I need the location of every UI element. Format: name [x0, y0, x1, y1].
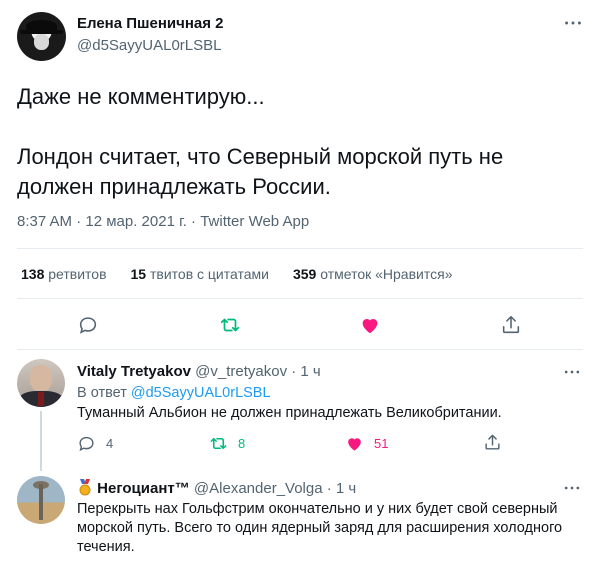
main-tweet: Елена Пшеничная 2 @d5SayyUAL0rLSBL Даже … — [0, 0, 601, 352]
reply-icon — [79, 436, 94, 452]
author-avatar[interactable] — [17, 12, 66, 61]
retweet-icon[interactable] — [219, 314, 241, 336]
retweet-icon — [210, 437, 227, 450]
more-icon[interactable] — [562, 12, 584, 39]
like-count: 51 — [374, 436, 389, 451]
reply-action-share[interactable] — [483, 433, 502, 452]
reply-to-handle[interactable]: @d5SayyUAL0rLSBL — [131, 385, 271, 401]
reply-avatar[interactable] — [17, 476, 65, 524]
share-icon — [485, 434, 500, 450]
reply-header: Негоциант™ @Alexander_Volga · 1 ч — [77, 479, 356, 500]
reply-text: Перекрыть нах Гольфстрим окончательно и … — [77, 501, 563, 555]
reply-handle-time[interactable]: @v_tretyakov · 1 ч — [195, 363, 321, 380]
reply-action-like[interactable]: 51 — [345, 434, 388, 453]
share-icon[interactable] — [500, 314, 522, 336]
reply-header: Vitaly Tretyakov @v_tretyakov · 1 ч — [77, 363, 321, 380]
medal-icon — [77, 479, 93, 500]
likes-stat[interactable]: 359 отметок «Нравится» — [293, 266, 453, 282]
tweet-text-line: Лондон считает, что Северный морской пут… — [17, 144, 504, 169]
thread-line — [40, 411, 42, 471]
tweet-timestamp[interactable]: 8:37 AM · 12 мар. 2021 г. · Twitter Web … — [17, 213, 309, 230]
retweet-count: 8 — [238, 436, 246, 451]
reply-avatar[interactable] — [17, 359, 65, 407]
like-icon[interactable] — [359, 314, 381, 336]
more-icon[interactable] — [562, 478, 582, 502]
reply-author-name[interactable]: Vitaly Tretyakov — [77, 363, 191, 380]
author-handle[interactable]: @d5SayyUAL0rLSBL — [77, 37, 221, 54]
tweet-text-line: должен принадлежать России. — [17, 174, 331, 199]
reply-handle-time[interactable]: @Alexander_Volga · 1 ч — [194, 480, 356, 497]
like-icon — [348, 438, 361, 451]
divider — [17, 298, 583, 299]
reply-action-retweet[interactable]: 8 — [209, 434, 245, 453]
tweet-text-line: Даже не комментирую... — [17, 84, 265, 109]
more-icon[interactable] — [562, 362, 582, 386]
reply-icon[interactable] — [77, 314, 99, 336]
reply-count: 4 — [106, 436, 114, 451]
quotes-stat[interactable]: 15 твитов с цитатами — [131, 266, 269, 282]
reply-author-name[interactable]: Негоциант™ — [97, 480, 190, 497]
reply-text: Туманный Альбион не должен принадлежать … — [77, 405, 502, 421]
retweets-stat[interactable]: 138 ретвитов — [21, 266, 107, 282]
tweet-stats: 138 ретвитов 15 твитов с цитатами 359 от… — [21, 266, 452, 282]
reply-to-line: В ответ @d5SayyUAL0rLSBL — [77, 385, 271, 401]
author-name[interactable]: Елена Пшеничная 2 — [77, 15, 224, 32]
divider — [17, 349, 583, 350]
reply-action-reply[interactable]: 4 — [77, 434, 113, 453]
divider — [17, 248, 583, 249]
